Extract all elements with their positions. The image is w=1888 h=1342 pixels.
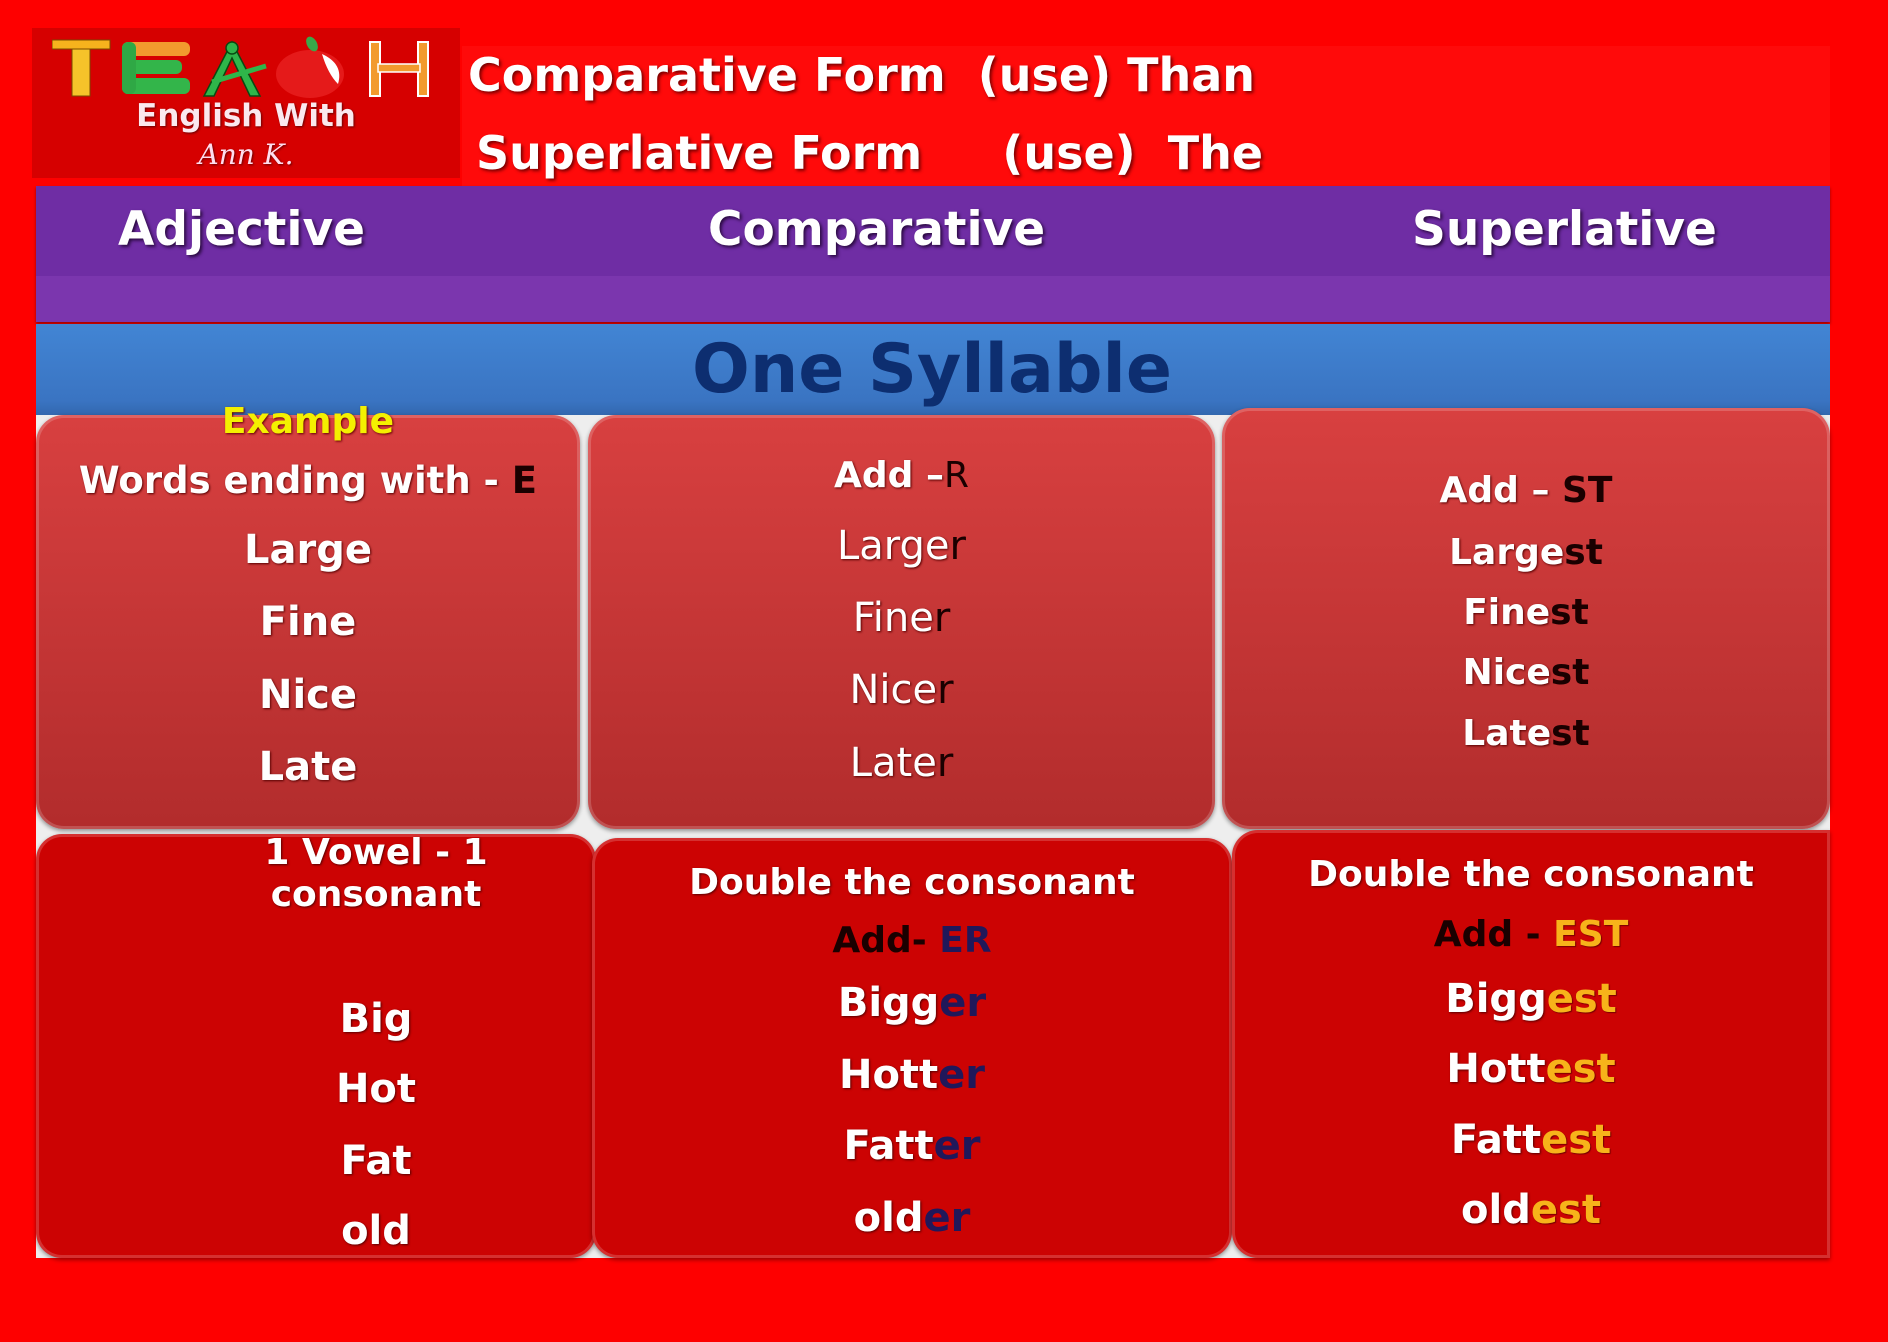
logo: English With Ann K. bbox=[32, 28, 460, 178]
word-item: older bbox=[592, 1195, 1232, 1241]
word-suffix: est bbox=[1545, 1046, 1616, 1092]
word-text: Fatt bbox=[1450, 1117, 1542, 1163]
word-suffix: ST bbox=[1561, 470, 1613, 511]
title-comparative-rule: Comparative Form (use) Than bbox=[468, 48, 1256, 102]
word-item: Latest bbox=[1222, 713, 1830, 754]
word-suffix: r bbox=[937, 667, 954, 713]
word-text: Bigg bbox=[1445, 976, 1547, 1022]
column-header-bar: Adjective Comparative Superlative bbox=[36, 186, 1830, 322]
word-suffix: est bbox=[1541, 1117, 1612, 1163]
word-item: Big bbox=[339, 996, 413, 1042]
panel-superlative-add-st: Add – ST Largest Finest Nicest Latest bbox=[1222, 408, 1830, 829]
logo-english-with: English With bbox=[136, 98, 356, 134]
word-suffix: er bbox=[938, 1052, 986, 1098]
add-suffix-label: Add- ER bbox=[592, 920, 1232, 961]
word-text: Fine bbox=[852, 595, 934, 641]
rule-heading: Double the consonant bbox=[689, 862, 1135, 903]
word-suffix: er bbox=[923, 1195, 971, 1241]
column-header-adjective: Adjective bbox=[118, 202, 365, 257]
panel-comparative-add-r: Add –R Larger Finer Nicer Later bbox=[588, 415, 1215, 829]
word-text: Nice bbox=[849, 667, 938, 713]
rule-heading: Add –R bbox=[588, 455, 1215, 496]
word-item: Fattest bbox=[1232, 1117, 1830, 1163]
rule-heading: Words ending with - E bbox=[36, 459, 580, 502]
teach-wordmark-icon bbox=[52, 36, 429, 98]
word-item: Nice bbox=[258, 672, 358, 718]
word-text: Large bbox=[1449, 532, 1565, 573]
word-item: Large bbox=[244, 527, 372, 573]
word-text: Hott bbox=[1446, 1046, 1546, 1092]
word-text: Add - bbox=[1433, 914, 1554, 955]
word-suffix: R bbox=[943, 455, 969, 496]
word-suffix: st bbox=[1564, 532, 1603, 573]
word-suffix: er bbox=[933, 1123, 981, 1169]
word-suffix: er bbox=[939, 980, 987, 1026]
column-header-superlative: Superlative bbox=[1412, 202, 1717, 257]
rule-heading: Double the consonant bbox=[1308, 854, 1754, 895]
word-item: Nicest bbox=[1222, 652, 1830, 693]
word-item: Hotter bbox=[592, 1052, 1232, 1098]
rule-heading-line2: consonant bbox=[270, 874, 482, 915]
rule-heading-line1: 1 Vowel - 1 bbox=[264, 832, 488, 873]
word-item: Later bbox=[588, 740, 1215, 786]
panel-adjective-ending-e: Example Words ending with - E Large Fine… bbox=[36, 401, 580, 829]
word-item: Hot bbox=[335, 1066, 417, 1112]
section-title: One Syllable bbox=[692, 330, 1172, 409]
word-suffix: st bbox=[1550, 592, 1589, 633]
title-superlative-rule: Superlative Form (use) The bbox=[476, 126, 1264, 180]
rule-heading: Add – ST bbox=[1222, 470, 1830, 511]
word-suffix: E bbox=[511, 459, 538, 502]
word-item: Fine bbox=[259, 599, 357, 645]
word-suffix: r bbox=[949, 523, 966, 569]
word-suffix: st bbox=[1550, 652, 1590, 693]
word-text: Fine bbox=[1463, 592, 1551, 633]
word-suffix: st bbox=[1551, 713, 1590, 754]
word-suffix: EST bbox=[1553, 914, 1629, 955]
word-text: Words ending with - bbox=[78, 459, 512, 502]
word-text: Hott bbox=[838, 1052, 939, 1098]
word-text: Late bbox=[849, 740, 937, 786]
word-item: Biggest bbox=[1232, 976, 1830, 1022]
word-item: Largest bbox=[1222, 532, 1830, 573]
word-item: Nicer bbox=[588, 667, 1215, 713]
panel-adjective-vowel-consonant: 1 Vowel - 1 consonant Big Hot Fat old bbox=[36, 832, 596, 1258]
word-item: Hottest bbox=[1232, 1046, 1830, 1092]
panel-superlative-double-est: Double the consonant Add - EST Biggest H… bbox=[1232, 830, 1830, 1258]
add-suffix-label: Add - EST bbox=[1232, 914, 1830, 955]
word-text: Add- bbox=[832, 920, 940, 961]
word-text: Large bbox=[837, 523, 950, 569]
word-text: Add – bbox=[1439, 470, 1562, 511]
word-text: Nice bbox=[1462, 652, 1551, 693]
word-item: Finer bbox=[588, 595, 1215, 641]
column-header-comparative: Comparative bbox=[708, 202, 1046, 257]
word-text: old bbox=[853, 1195, 924, 1241]
word-suffix: est bbox=[1530, 1187, 1601, 1233]
word-item: old bbox=[341, 1208, 411, 1254]
word-item: Fatter bbox=[592, 1123, 1232, 1169]
word-item: oldest bbox=[1232, 1187, 1830, 1233]
word-text: Bigg bbox=[837, 980, 940, 1026]
word-text: Fatt bbox=[843, 1123, 934, 1169]
logo-author: Ann K. bbox=[198, 138, 294, 171]
word-suffix: est bbox=[1546, 976, 1617, 1022]
word-item: Larger bbox=[588, 523, 1215, 569]
word-suffix: ER bbox=[939, 920, 992, 961]
word-text: Late bbox=[1462, 713, 1552, 754]
title-band: Comparative Form (use) Than Superlative … bbox=[462, 46, 1830, 186]
word-suffix: r bbox=[936, 740, 954, 786]
word-item: Fat bbox=[340, 1138, 412, 1184]
word-suffix: r bbox=[933, 595, 951, 641]
example-label: Example bbox=[221, 401, 395, 442]
panel-comparative-double-er: Double the consonant Add- ER Bigger Hott… bbox=[592, 838, 1232, 1258]
word-text: old bbox=[1461, 1187, 1531, 1233]
word-item: Bigger bbox=[592, 980, 1232, 1026]
word-item: Finest bbox=[1222, 592, 1830, 633]
word-text: Add – bbox=[834, 455, 944, 496]
word-item: Late bbox=[258, 744, 358, 790]
